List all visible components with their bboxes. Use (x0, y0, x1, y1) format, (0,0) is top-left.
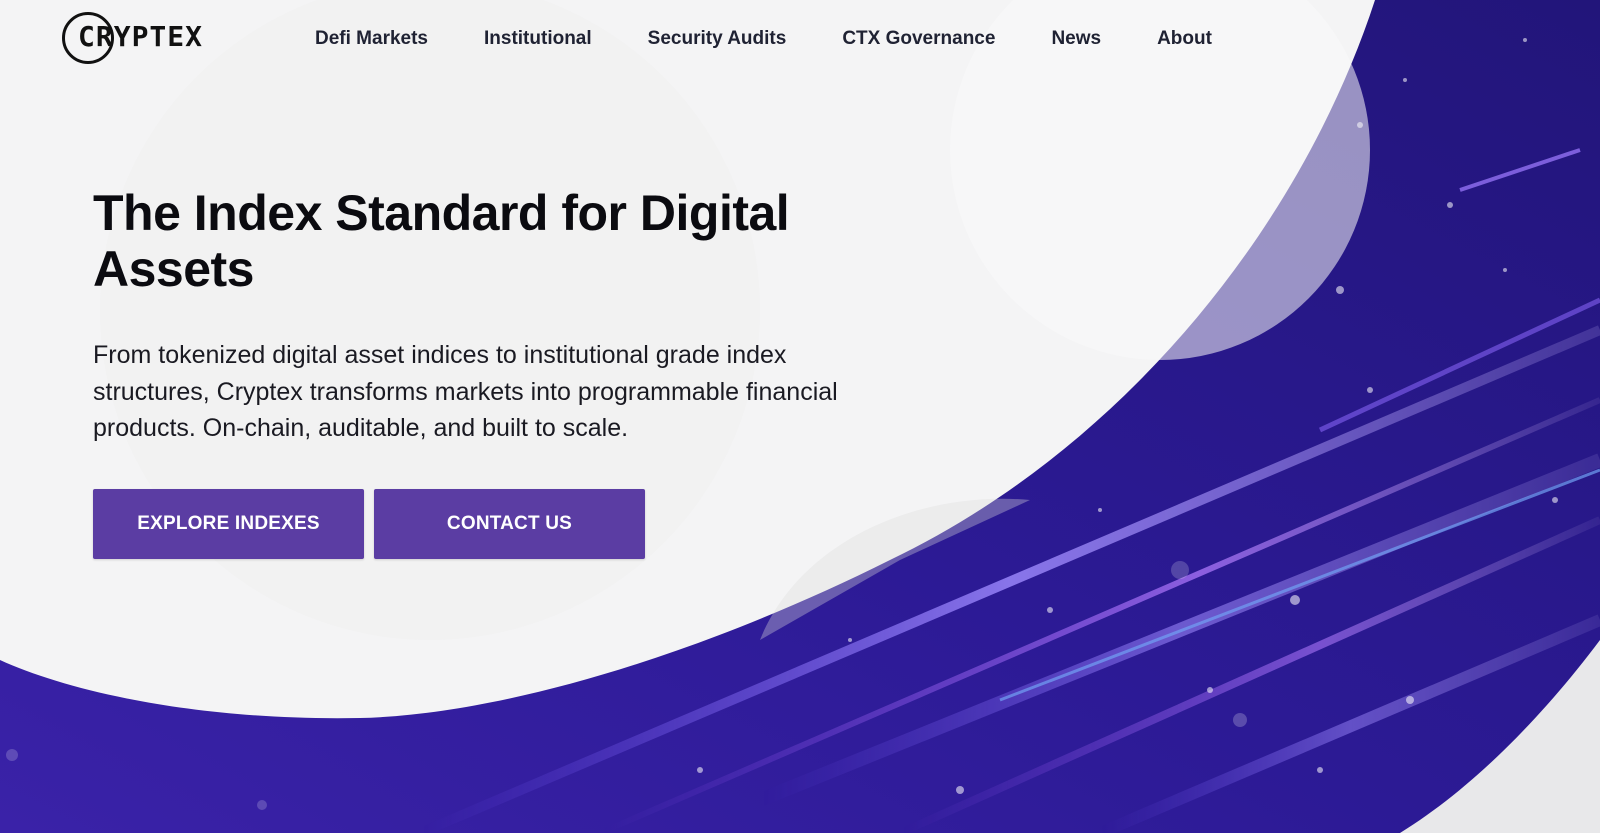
hero-title: The Index Standard for Digital Assets (93, 185, 790, 297)
logo-wordmark: CRYPTEX (78, 20, 204, 53)
site-header: CRYPTEX Defi Markets Institutional Secur… (0, 0, 1600, 80)
nav-item-defi-markets[interactable]: Defi Markets (315, 26, 428, 52)
hero-section: The Index Standard for Digital Assets Fr… (93, 185, 853, 447)
nav-item-about[interactable]: About (1157, 26, 1212, 52)
hero-description: From tokenized digital asset indices to … (93, 341, 838, 442)
nav-item-security-audits[interactable]: Security Audits (648, 26, 787, 52)
contact-us-button[interactable]: CONTACT US (374, 489, 645, 559)
nav-item-news[interactable]: News (1051, 26, 1101, 52)
nav-item-institutional[interactable]: Institutional (484, 26, 592, 52)
nav-item-ctx-governance[interactable]: CTX Governance (842, 26, 995, 52)
main-nav: Defi Markets Institutional Security Audi… (315, 26, 1268, 52)
page: CRYPTEX Defi Markets Institutional Secur… (0, 0, 1600, 833)
explore-indexes-button[interactable]: EXPLORE INDEXES (93, 489, 364, 559)
cryptex-logo[interactable]: CRYPTEX (62, 11, 252, 69)
hero-cta-group: EXPLORE INDEXES CONTACT US (93, 489, 645, 559)
